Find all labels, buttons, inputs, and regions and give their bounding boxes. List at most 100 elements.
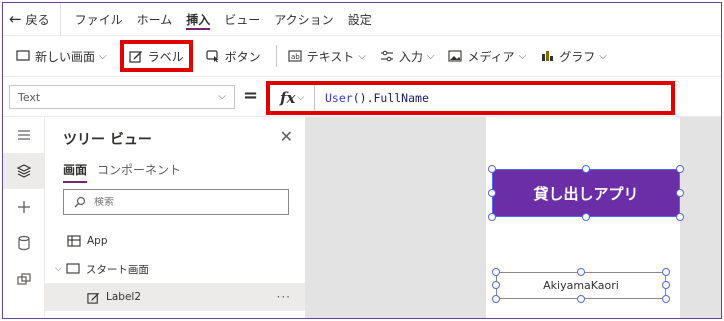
tree-item-label2-label: Label2 bbox=[106, 291, 142, 303]
formula-input[interactable]: User().FullName bbox=[325, 91, 429, 105]
left-rail bbox=[3, 117, 45, 318]
resize-handle[interactable] bbox=[582, 213, 590, 221]
resize-handle[interactable] bbox=[662, 268, 670, 276]
formula-highlight: fx ⌵ User().FullName bbox=[266, 81, 675, 115]
resize-handle[interactable] bbox=[676, 213, 684, 221]
tree-item-start-screen[interactable]: ⌵ スタート画面 bbox=[45, 255, 305, 283]
data-rail-button[interactable] bbox=[3, 225, 45, 261]
tab-screens[interactable]: 画面 bbox=[63, 161, 88, 183]
label-button[interactable]: ラベル bbox=[119, 40, 193, 72]
new-screen-icon bbox=[16, 50, 30, 62]
design-canvas: 貸し出しアプリ AkiyamaKaori bbox=[305, 117, 721, 318]
resize-handle[interactable] bbox=[577, 268, 585, 276]
app-window: ← 戻る ファイル ホーム 挿入 ビュー アクション 設定 新しい画面 ⌵ ラベ… bbox=[2, 2, 722, 319]
media-button[interactable]: メディア ⌵ bbox=[443, 42, 531, 70]
text-button-label: テキスト bbox=[306, 49, 355, 64]
tree-item-app[interactable]: App bbox=[45, 227, 305, 255]
edit-label-icon bbox=[87, 291, 100, 304]
insert-rail-button[interactable] bbox=[3, 189, 45, 225]
tree-item-start-screen-label: スタート画面 bbox=[85, 263, 149, 276]
layers-icon bbox=[16, 163, 32, 179]
property-value: Text bbox=[18, 90, 41, 104]
hamburger-icon bbox=[17, 129, 31, 141]
menu-bar: ← 戻る ファイル ホーム 挿入 ビュー アクション 設定 bbox=[3, 3, 721, 35]
resize-handle[interactable] bbox=[676, 165, 684, 173]
tree-tabs: 画面 コンポーネント bbox=[63, 161, 191, 183]
resize-handle[interactable] bbox=[676, 189, 684, 197]
text-button[interactable]: ab テキスト ⌵ bbox=[283, 42, 371, 70]
formula-parens: () bbox=[352, 91, 367, 105]
menu-action[interactable]: アクション bbox=[274, 3, 333, 35]
property-dropdown[interactable]: Text ⌵ bbox=[9, 85, 235, 109]
label-button-label: ラベル bbox=[147, 49, 184, 64]
new-screen-button[interactable]: 新しい画面 ⌵ bbox=[11, 42, 112, 70]
menu-view[interactable]: ビュー bbox=[224, 3, 260, 35]
fx-button[interactable]: fx ⌵ bbox=[270, 85, 315, 111]
formula-bar: Text ⌵ = fx ⌵ User().FullName bbox=[3, 77, 721, 117]
image-icon bbox=[448, 50, 463, 62]
input-button-label: 入力 bbox=[398, 49, 423, 64]
svg-text:ab: ab bbox=[291, 53, 300, 61]
input-controls-icon bbox=[380, 50, 394, 62]
menu-insert[interactable]: 挿入 bbox=[186, 3, 211, 35]
resize-handle[interactable] bbox=[492, 268, 500, 276]
title-label[interactable]: 貸し出しアプリ bbox=[492, 169, 680, 217]
search-input[interactable] bbox=[94, 196, 274, 208]
plus-icon bbox=[16, 199, 32, 215]
menu-home[interactable]: ホーム bbox=[137, 3, 173, 35]
new-screen-label: 新しい画面 bbox=[35, 49, 96, 64]
resize-handle[interactable] bbox=[492, 281, 500, 289]
text-input-icon: ab bbox=[288, 50, 302, 62]
chevron-down-icon: ⌵ bbox=[358, 50, 366, 62]
more-options-icon[interactable]: ··· bbox=[277, 290, 291, 304]
button-icon bbox=[206, 49, 220, 63]
tree-item-app-label: App bbox=[87, 235, 108, 247]
media-library-icon bbox=[17, 273, 31, 285]
screen-icon bbox=[66, 263, 80, 275]
close-icon[interactable]: ✕ bbox=[280, 127, 293, 146]
resize-handle[interactable] bbox=[662, 281, 670, 289]
tree-view-title: ツリー ビュー bbox=[63, 132, 152, 148]
resize-handle[interactable] bbox=[488, 165, 496, 173]
tree-search-box bbox=[63, 189, 289, 215]
tab-components[interactable]: コンポーネント bbox=[97, 161, 181, 183]
back-arrow-icon: ← bbox=[9, 10, 22, 28]
ribbon-divider bbox=[275, 45, 277, 67]
chevron-down-icon: ⌵ bbox=[518, 50, 527, 62]
search-icon bbox=[74, 196, 86, 208]
resize-handle[interactable] bbox=[492, 295, 500, 303]
chart-button[interactable]: グラフ ⌵ bbox=[535, 42, 612, 70]
chevron-down-icon: ⌵ bbox=[297, 93, 305, 103]
chevron-down-icon: ⌵ bbox=[599, 50, 607, 62]
input-button[interactable]: 入力 ⌵ bbox=[375, 42, 440, 70]
fx-icon: fx bbox=[280, 89, 296, 107]
database-icon bbox=[17, 235, 31, 251]
button-button-label: ボタン bbox=[224, 49, 261, 64]
edit-label-icon bbox=[129, 49, 143, 63]
chevron-down-icon: ⌵ bbox=[55, 264, 62, 274]
menu-toggle-button[interactable] bbox=[3, 117, 45, 153]
resize-handle[interactable] bbox=[488, 189, 496, 197]
formula-member: .FullName bbox=[366, 91, 429, 105]
bar-chart-icon bbox=[540, 50, 554, 62]
back-button[interactable]: ← 戻る bbox=[9, 3, 61, 35]
button-button[interactable]: ボタン bbox=[201, 42, 266, 70]
insert-ribbon: 新しい画面 ⌵ ラベル ボタン ab テキスト ⌵ 入力 ⌵ メディア ⌵ グラ… bbox=[3, 35, 721, 77]
equals-sign: = bbox=[243, 85, 259, 106]
resize-handle[interactable] bbox=[662, 295, 670, 303]
formula-function: User bbox=[325, 91, 353, 105]
menu-file[interactable]: ファイル bbox=[75, 3, 123, 35]
resize-handle[interactable] bbox=[488, 213, 496, 221]
app-screen[interactable]: 貸し出しアプリ AkiyamaKaori bbox=[486, 117, 684, 318]
chevron-down-icon: ⌵ bbox=[426, 50, 435, 62]
chevron-down-icon: ⌵ bbox=[218, 91, 226, 102]
media-button-label: メディア bbox=[467, 49, 515, 64]
menu-settings[interactable]: 設定 bbox=[348, 3, 372, 35]
chart-button-label: グラフ bbox=[559, 49, 596, 64]
tree-view-button[interactable] bbox=[3, 153, 45, 189]
resize-handle[interactable] bbox=[577, 295, 585, 303]
media-rail-button[interactable] bbox=[3, 261, 45, 297]
tree-item-label2[interactable]: Label2 ··· bbox=[45, 283, 305, 311]
chevron-down-icon: ⌵ bbox=[99, 50, 107, 62]
resize-handle[interactable] bbox=[582, 165, 590, 173]
